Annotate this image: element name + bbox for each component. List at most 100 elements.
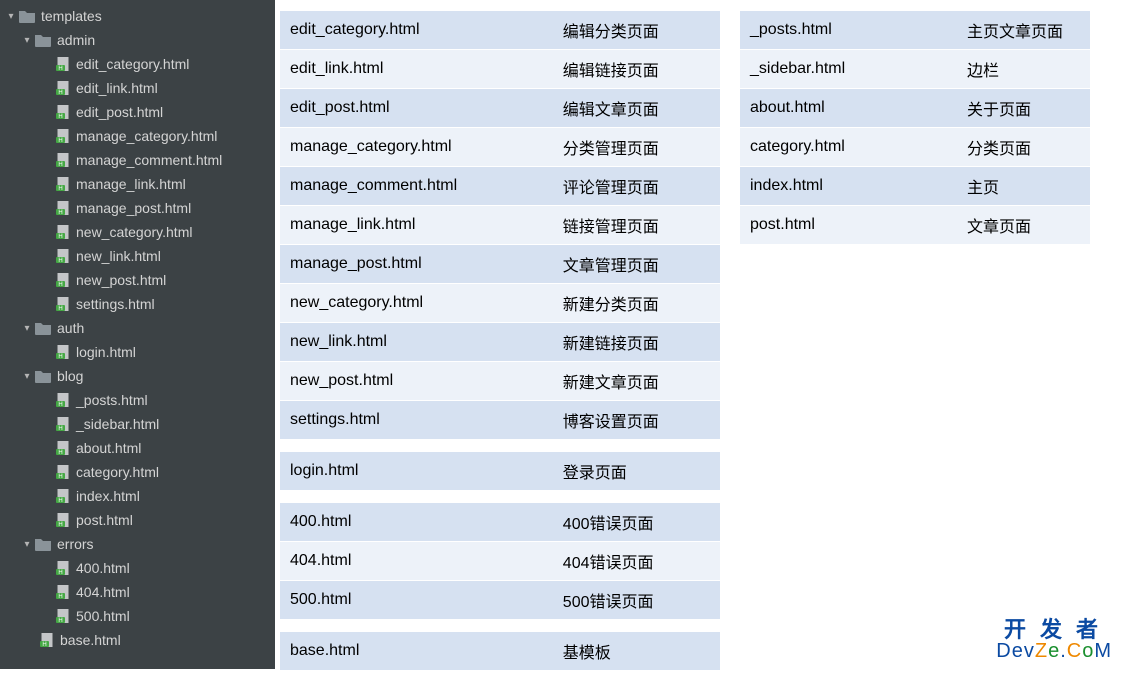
- tree-file[interactable]: H_sidebar.html: [0, 412, 275, 436]
- tree-file[interactable]: H_posts.html: [0, 388, 275, 412]
- html-file-icon: H: [40, 633, 54, 647]
- file-cell: edit_category.html: [280, 10, 553, 49]
- table-row: category.html分类页面: [740, 127, 1090, 166]
- file-cell: 404.html: [280, 541, 553, 580]
- table-row: manage_comment.html评论管理页面: [280, 166, 720, 205]
- tree-folder-errors[interactable]: ▾ errors: [0, 532, 275, 556]
- html-file-icon: H: [56, 105, 70, 119]
- desc-cell: 文章页面: [957, 205, 1090, 244]
- svg-text:H: H: [58, 426, 62, 431]
- html-file-icon: H: [56, 465, 70, 479]
- folder-icon: [35, 538, 51, 551]
- tree-file[interactable]: Hcategory.html: [0, 460, 275, 484]
- svg-text:H: H: [58, 522, 62, 527]
- table-row: settings.html博客设置页面: [280, 400, 720, 439]
- tree-label: index.html: [76, 488, 140, 504]
- tree-label: manage_post.html: [76, 200, 191, 216]
- file-cell: 400.html: [280, 502, 553, 541]
- svg-text:H: H: [58, 570, 62, 575]
- svg-text:H: H: [58, 450, 62, 455]
- tree-file[interactable]: Hmanage_post.html: [0, 196, 275, 220]
- file-cell: login.html: [280, 451, 553, 490]
- chevron-down-icon: ▾: [22, 323, 32, 333]
- table-row: new_category.html新建分类页面: [280, 283, 720, 322]
- html-file-icon: H: [56, 393, 70, 407]
- file-cell: manage_post.html: [280, 244, 553, 283]
- tree-label: auth: [57, 320, 84, 336]
- tree-file[interactable]: H400.html: [0, 556, 275, 580]
- tree-file[interactable]: Hpost.html: [0, 508, 275, 532]
- table-row: edit_link.html编辑链接页面: [280, 49, 720, 88]
- watermark-cn: 开发者: [996, 619, 1112, 641]
- table-row: 400.html400错误页面: [280, 502, 720, 541]
- tree-file[interactable]: Hedit_post.html: [0, 100, 275, 124]
- file-cell: settings.html: [280, 400, 553, 439]
- watermark-en: DevZe.CoM: [996, 641, 1112, 661]
- tree-folder-blog[interactable]: ▾ blog: [0, 364, 275, 388]
- desc-cell: 文章管理页面: [553, 244, 720, 283]
- svg-text:H: H: [58, 402, 62, 407]
- html-file-icon: H: [56, 225, 70, 239]
- tree-label: admin: [57, 32, 95, 48]
- tree-folder-auth[interactable]: ▾ auth: [0, 316, 275, 340]
- tree-label: errors: [57, 536, 94, 552]
- file-cell: manage_link.html: [280, 205, 553, 244]
- file-cell: 500.html: [280, 580, 553, 619]
- file-cell: edit_link.html: [280, 49, 553, 88]
- file-cell: _sidebar.html: [740, 49, 957, 88]
- desc-cell: 基模板: [553, 631, 720, 670]
- desc-cell: 500错误页面: [553, 580, 720, 619]
- svg-text:H: H: [58, 474, 62, 479]
- tree-file[interactable]: Habout.html: [0, 436, 275, 460]
- tree-file-base[interactable]: H base.html: [0, 628, 275, 652]
- table-row: about.html关于页面: [740, 88, 1090, 127]
- tree-file[interactable]: Hmanage_comment.html: [0, 148, 275, 172]
- svg-text:H: H: [58, 282, 62, 287]
- html-file-icon: H: [56, 609, 70, 623]
- tree-file[interactable]: Hnew_category.html: [0, 220, 275, 244]
- tree-folder-admin[interactable]: ▾ admin: [0, 28, 275, 52]
- tree-file[interactable]: Hmanage_link.html: [0, 172, 275, 196]
- file-cell: index.html: [740, 166, 957, 205]
- tree-label: about.html: [76, 440, 141, 456]
- html-file-icon: H: [56, 585, 70, 599]
- svg-text:H: H: [58, 498, 62, 503]
- file-cell: post.html: [740, 205, 957, 244]
- tree-file[interactable]: H500.html: [0, 604, 275, 628]
- html-file-icon: H: [56, 513, 70, 527]
- html-file-icon: H: [56, 153, 70, 167]
- tree-folder-templates[interactable]: ▾ templates: [0, 4, 275, 28]
- tree-file[interactable]: H404.html: [0, 580, 275, 604]
- table-row: _sidebar.html边栏: [740, 49, 1090, 88]
- desc-cell: 分类管理页面: [553, 127, 720, 166]
- tree-file[interactable]: Hnew_link.html: [0, 244, 275, 268]
- tree-label: settings.html: [76, 296, 155, 312]
- tree-file[interactable]: Hmanage_category.html: [0, 124, 275, 148]
- desc-cell: 边栏: [957, 49, 1090, 88]
- desc-cell: 新建文章页面: [553, 361, 720, 400]
- svg-text:H: H: [58, 210, 62, 215]
- svg-text:H: H: [58, 162, 62, 167]
- folder-icon: [35, 370, 51, 383]
- table-row: 500.html500错误页面: [280, 580, 720, 619]
- tree-file[interactable]: Hedit_link.html: [0, 76, 275, 100]
- table-row: post.html文章页面: [740, 205, 1090, 244]
- tree-file[interactable]: Hindex.html: [0, 484, 275, 508]
- tree-file[interactable]: Hnew_post.html: [0, 268, 275, 292]
- tree-file[interactable]: Hlogin.html: [0, 340, 275, 364]
- svg-text:H: H: [42, 642, 46, 647]
- html-file-icon: H: [56, 417, 70, 431]
- tree-label: manage_category.html: [76, 128, 217, 144]
- table-row: edit_post.html编辑文章页面: [280, 88, 720, 127]
- svg-text:H: H: [58, 138, 62, 143]
- chevron-down-icon: ▾: [22, 371, 32, 381]
- chevron-down-icon: ▾: [22, 35, 32, 45]
- svg-text:H: H: [58, 234, 62, 239]
- tree-file[interactable]: Hedit_category.html: [0, 52, 275, 76]
- html-file-icon: H: [56, 177, 70, 191]
- tables-area: edit_category.html编辑分类页面edit_link.html编辑…: [280, 10, 1090, 682]
- html-file-icon: H: [56, 81, 70, 95]
- table-row: manage_post.html文章管理页面: [280, 244, 720, 283]
- tree-file[interactable]: Hsettings.html: [0, 292, 275, 316]
- folder-icon: [19, 10, 35, 23]
